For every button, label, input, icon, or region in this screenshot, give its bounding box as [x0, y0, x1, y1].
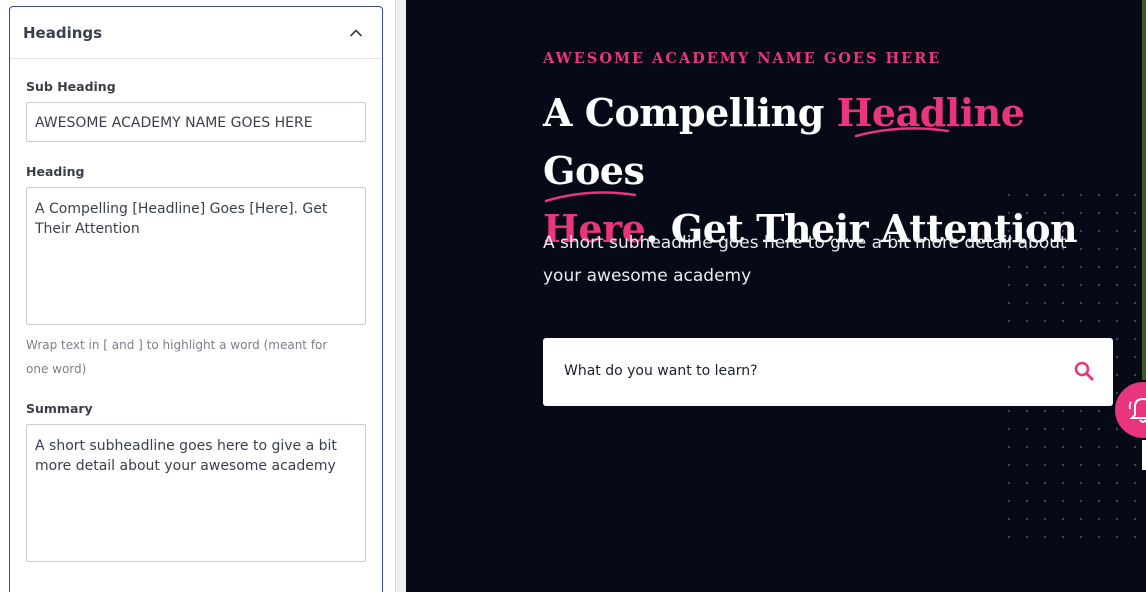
subheading-label: Sub Heading — [26, 79, 116, 94]
search-bar[interactable]: What do you want to learn? — [543, 338, 1113, 406]
headings-card: Headings Sub Heading AWESOME ACADEMY NAM… — [9, 6, 383, 592]
search-placeholder[interactable]: What do you want to learn? — [564, 363, 758, 379]
hero-eyebrow: AWESOME ACADEMY NAME GOES HERE — [543, 50, 942, 67]
subheading-input[interactable]: AWESOME ACADEMY NAME GOES HERE — [26, 102, 366, 142]
underline-squiggle — [854, 127, 950, 138]
notification-button[interactable] — [1115, 382, 1146, 438]
section-title: Headings — [23, 24, 103, 42]
headline-text: A Compelling — [543, 90, 837, 135]
heading-textarea[interactable]: A Compelling [Headline] Goes [Here]. Get… — [26, 187, 366, 325]
summary-textarea[interactable]: A short subheadline goes here to give a … — [26, 424, 366, 562]
chevron-up-icon[interactable] — [348, 25, 364, 41]
hero-preview: AWESOME ACADEMY NAME GOES HERE A Compell… — [406, 0, 1146, 592]
search-icon[interactable] — [1073, 360, 1095, 382]
hero-summary: A short subheadline goes here to give a … — [543, 233, 1067, 286]
edge-strip — [1142, 0, 1146, 380]
panel-splitter[interactable] — [395, 0, 406, 592]
underline-squiggle — [544, 191, 637, 203]
bell-icon — [1128, 397, 1146, 423]
heading-label: Heading — [26, 164, 85, 179]
edge-strip-light — [1142, 440, 1146, 470]
summary-label: Summary — [26, 401, 93, 416]
headings-card-header[interactable]: Headings — [10, 7, 382, 59]
editor-panel: Headings Sub Heading AWESOME ACADEMY NAM… — [0, 0, 395, 592]
heading-help-text: Wrap text in [ and ] to highlight a word… — [26, 338, 328, 376]
